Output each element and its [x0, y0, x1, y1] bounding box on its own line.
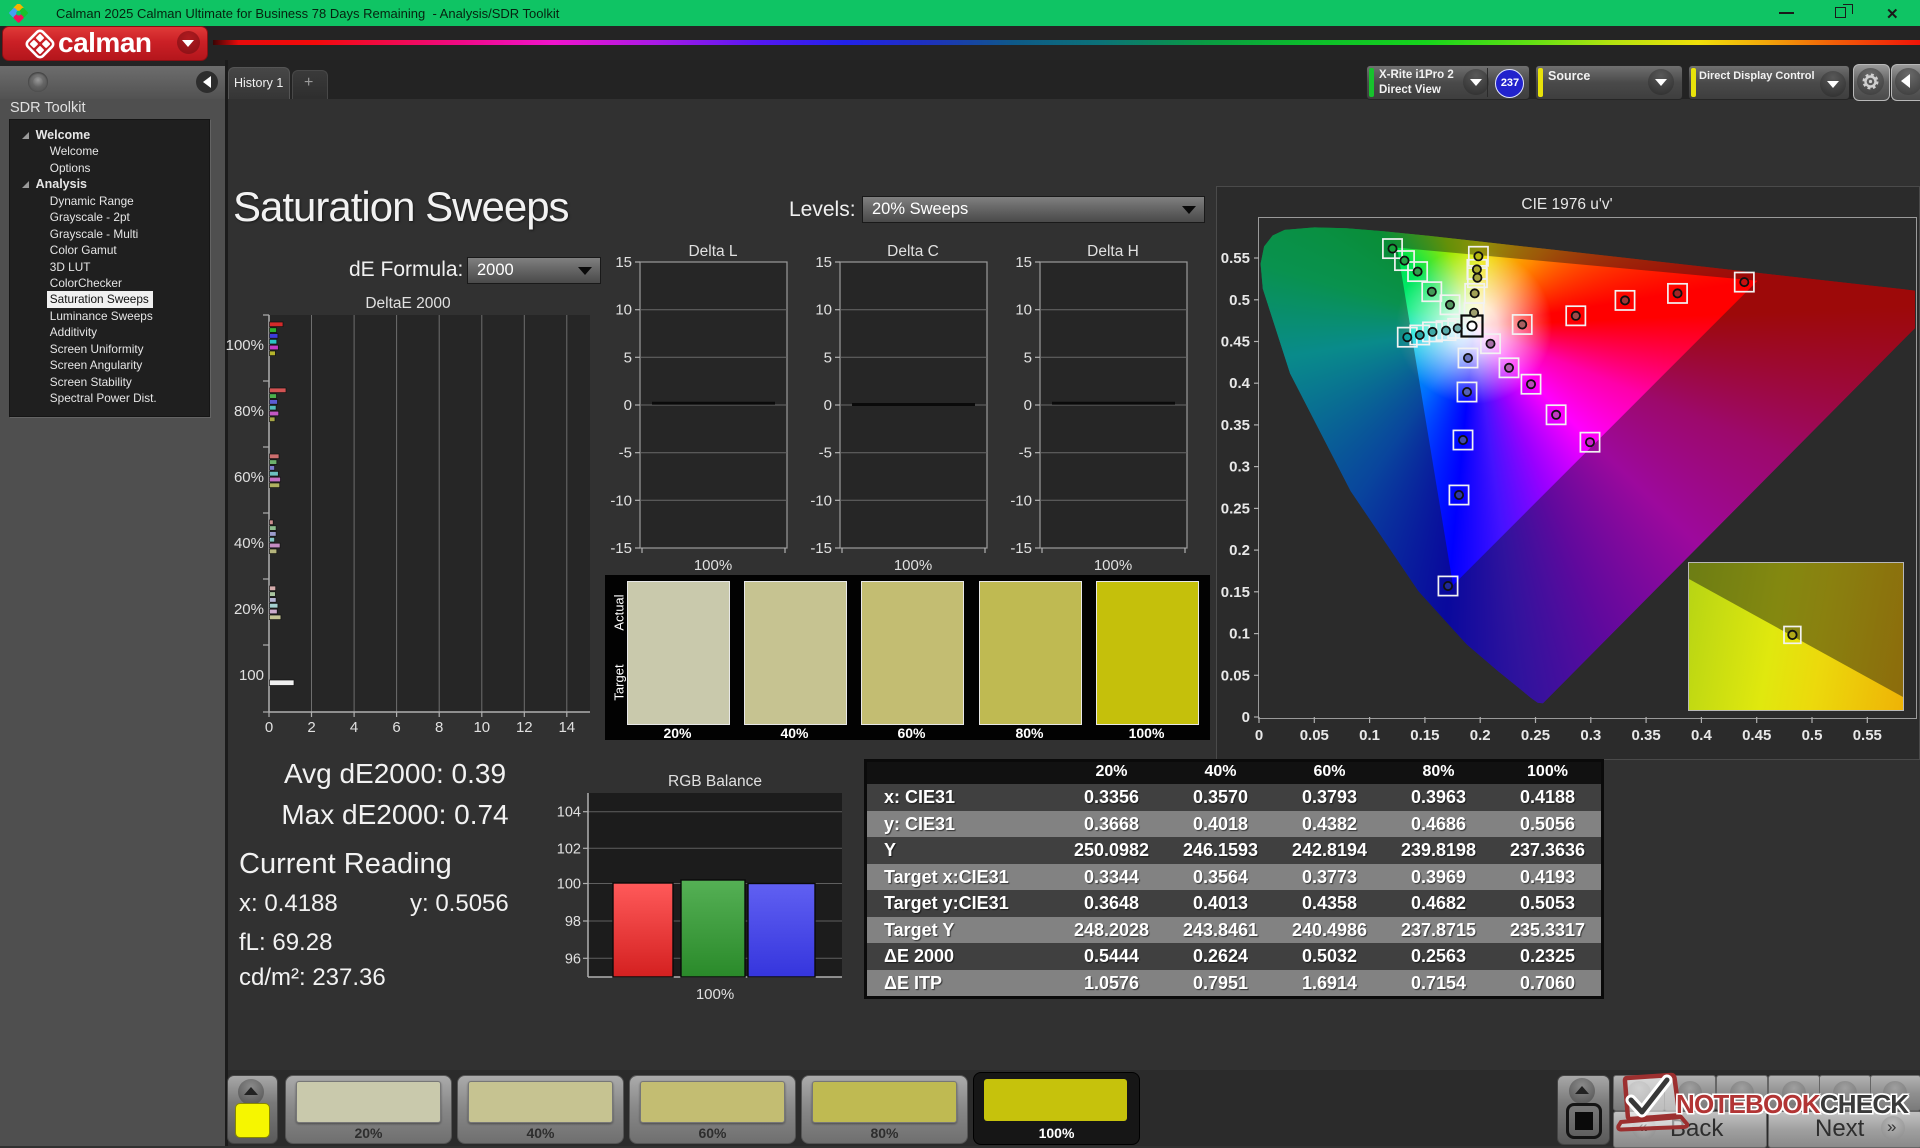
- svg-text:10: 10: [1015, 302, 1032, 319]
- svg-text:0.2: 0.2: [1470, 727, 1491, 744]
- svg-text:5: 5: [824, 349, 832, 366]
- svg-text:100%: 100%: [226, 337, 264, 354]
- svg-text:12: 12: [516, 719, 533, 736]
- svg-text:0: 0: [624, 397, 632, 414]
- svg-text:100: 100: [239, 667, 264, 684]
- svg-text:102: 102: [557, 841, 581, 857]
- svg-text:-5: -5: [619, 445, 632, 462]
- svg-text:10: 10: [615, 302, 632, 319]
- svg-text:0.3: 0.3: [1229, 459, 1250, 476]
- svg-text:0: 0: [1255, 727, 1263, 744]
- svg-text:0.1: 0.1: [1359, 727, 1380, 744]
- svg-text:14: 14: [558, 719, 575, 736]
- svg-text:0: 0: [1242, 709, 1250, 726]
- svg-text:-5: -5: [1019, 445, 1032, 462]
- svg-text:-10: -10: [810, 492, 832, 509]
- svg-text:0.5: 0.5: [1802, 727, 1823, 744]
- svg-text:0.35: 0.35: [1631, 727, 1660, 744]
- svg-text:0.4: 0.4: [1229, 375, 1251, 392]
- svg-text:DeltaE 2000: DeltaE 2000: [365, 295, 451, 312]
- svg-text:0.45: 0.45: [1221, 334, 1250, 351]
- svg-text:0.3: 0.3: [1580, 727, 1601, 744]
- svg-text:0.05: 0.05: [1300, 727, 1329, 744]
- svg-text:6: 6: [392, 719, 400, 736]
- svg-text:0.4: 0.4: [1691, 727, 1713, 744]
- svg-text:0.1: 0.1: [1229, 626, 1250, 643]
- svg-text:0.25: 0.25: [1221, 500, 1250, 517]
- svg-text:4: 4: [350, 719, 358, 736]
- svg-text:100%: 100%: [696, 986, 734, 1002]
- svg-text:0: 0: [1024, 397, 1032, 414]
- svg-text:80%: 80%: [234, 403, 264, 420]
- svg-text:-10: -10: [610, 492, 632, 509]
- svg-text:0: 0: [265, 719, 273, 736]
- svg-text:RGB Balance: RGB Balance: [668, 773, 762, 790]
- svg-text:5: 5: [1024, 349, 1032, 366]
- svg-text:0.35: 0.35: [1221, 417, 1250, 434]
- svg-text:15: 15: [615, 254, 632, 271]
- svg-text:-15: -15: [810, 540, 832, 557]
- svg-text:0.15: 0.15: [1410, 727, 1439, 744]
- svg-text:-15: -15: [610, 540, 632, 557]
- svg-text:Delta L: Delta L: [688, 243, 737, 260]
- svg-text:40%: 40%: [234, 535, 264, 552]
- svg-text:0: 0: [824, 397, 832, 414]
- svg-text:-5: -5: [819, 445, 832, 462]
- svg-text:0.25: 0.25: [1521, 727, 1550, 744]
- svg-text:8: 8: [435, 719, 443, 736]
- svg-text:0.45: 0.45: [1742, 727, 1771, 744]
- svg-text:0.2: 0.2: [1229, 542, 1250, 559]
- svg-text:60%: 60%: [234, 469, 264, 486]
- svg-text:98: 98: [565, 914, 581, 930]
- svg-text:100%: 100%: [1094, 557, 1132, 574]
- svg-text:100: 100: [557, 877, 581, 893]
- svg-text:5: 5: [624, 349, 632, 366]
- svg-text:20%: 20%: [234, 601, 264, 618]
- svg-text:10: 10: [473, 719, 490, 736]
- svg-text:96: 96: [565, 951, 581, 967]
- svg-text:-15: -15: [1010, 540, 1032, 557]
- svg-text:2: 2: [307, 719, 315, 736]
- svg-text:10: 10: [815, 302, 832, 319]
- svg-text:Delta H: Delta H: [1087, 243, 1139, 260]
- svg-text:0.55: 0.55: [1853, 727, 1882, 744]
- svg-text:100%: 100%: [694, 557, 732, 574]
- svg-text:Delta C: Delta C: [887, 243, 939, 260]
- svg-text:0.05: 0.05: [1221, 667, 1250, 684]
- svg-text:15: 15: [815, 254, 832, 271]
- svg-text:-10: -10: [1010, 492, 1032, 509]
- svg-text:15: 15: [1015, 254, 1032, 271]
- svg-text:0.15: 0.15: [1221, 584, 1250, 601]
- svg-text:104: 104: [557, 805, 581, 821]
- svg-text:100%: 100%: [894, 557, 932, 574]
- svg-text:0.5: 0.5: [1229, 292, 1250, 309]
- svg-text:0.55: 0.55: [1221, 250, 1250, 267]
